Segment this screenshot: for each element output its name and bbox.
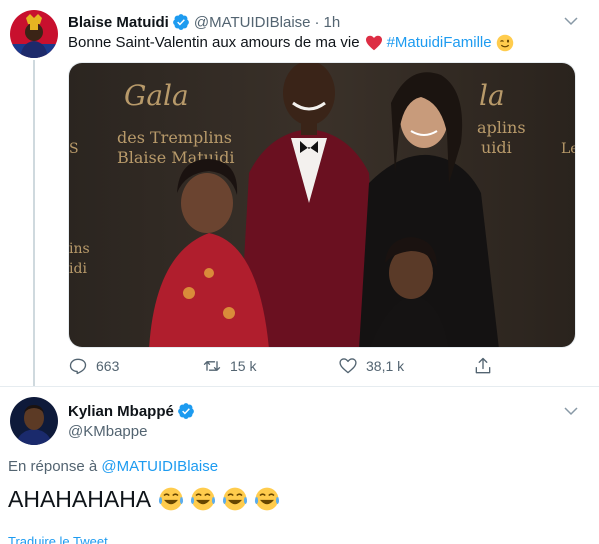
chevron-down-icon[interactable] <box>562 12 580 30</box>
share-icon <box>475 357 491 374</box>
reply-text: AHAHAHAHA <box>8 484 285 514</box>
tweet-header: Blaise Matuidi @MATUIDIBlaise · 1h <box>68 12 340 32</box>
svg-text:aplins: aplins <box>477 118 526 137</box>
reply-button[interactable]: 663 <box>68 356 119 376</box>
svg-text:Le: Le <box>561 141 576 157</box>
wink-emoji <box>496 34 513 52</box>
author-handle[interactable]: @MATUIDIBlaise <box>194 14 311 31</box>
reply-header: Kylian Mbappé <box>68 402 195 420</box>
reply-text-body: AHAHAHAHA <box>8 486 152 512</box>
in-reply-to: En réponse à @MATUIDIBlaise <box>8 458 218 475</box>
emoji-row <box>157 485 285 513</box>
avatar[interactable] <box>10 397 58 445</box>
tears-of-joy-emoji <box>191 487 216 511</box>
svg-text:uidi: uidi <box>481 138 512 157</box>
tears-of-joy-emoji <box>255 487 280 511</box>
in-reply-prefix: En réponse à <box>8 458 98 475</box>
tears-of-joy-emoji <box>223 487 248 511</box>
verified-badge-icon <box>172 14 189 30</box>
author-name[interactable]: Blaise Matuidi <box>68 14 169 31</box>
like-count: 38,1 k <box>366 358 405 374</box>
retweet-icon <box>203 361 221 371</box>
family-photo: Gala des Tremplins Blaise Matuidi la apl… <box>69 63 576 347</box>
like-button[interactable]: 38,1 k <box>338 356 404 376</box>
reply-count: 663 <box>96 358 120 374</box>
reply-author-name[interactable]: Kylian Mbappé <box>68 403 174 420</box>
tweet-divider <box>0 386 599 387</box>
in-reply-handle-link[interactable]: @MATUIDIBlaise <box>101 458 218 475</box>
original-tweet[interactable]: Blaise Matuidi @MATUIDIBlaise · 1h Bonne… <box>0 0 599 386</box>
svg-text:la: la <box>479 79 505 112</box>
svg-text:S: S <box>69 141 79 157</box>
share-button[interactable] <box>473 356 501 376</box>
backdrop-sub: des Tremplins <box>117 128 232 147</box>
reply-author-handle[interactable]: @KMbappe <box>68 423 147 440</box>
backdrop-title: Gala <box>124 79 189 112</box>
svg-text:ins: ins <box>69 241 90 257</box>
heart-outline-icon <box>339 358 357 374</box>
reply-icon <box>69 358 87 375</box>
tweet-actions: 663 15 k 38,1 k <box>68 356 498 380</box>
svg-text:idi: idi <box>69 261 87 277</box>
red-heart-emoji <box>365 35 382 51</box>
tears-of-joy-emoji <box>159 487 184 511</box>
retweet-count: 15 k <box>230 358 257 374</box>
translate-tweet-link[interactable]: Traduire le Tweet <box>8 534 108 544</box>
hashtag-link[interactable]: #MatuidiFamille <box>387 33 492 53</box>
separator-dot: · <box>314 13 320 31</box>
tweet-photo[interactable]: Gala des Tremplins Blaise Matuidi la apl… <box>68 62 576 348</box>
thread-line <box>33 60 35 386</box>
chevron-down-icon[interactable] <box>562 402 580 420</box>
tweet-text-body: Bonne Saint-Valentin aux amours de ma vi… <box>68 34 360 51</box>
tweet-time[interactable]: 1h <box>324 14 341 31</box>
avatar[interactable] <box>10 10 58 58</box>
verified-badge-icon <box>177 403 194 419</box>
tweet-text: Bonne Saint-Valentin aux amours de ma vi… <box>68 33 514 53</box>
retweet-button[interactable]: 15 k <box>202 356 256 376</box>
